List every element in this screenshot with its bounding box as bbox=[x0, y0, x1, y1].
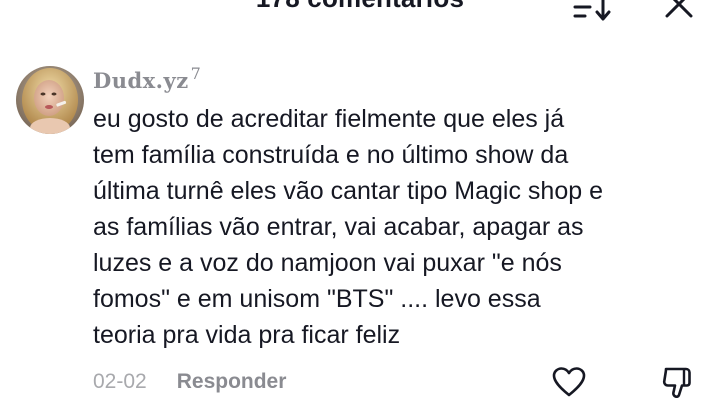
user-avatar[interactable] bbox=[16, 66, 84, 134]
reply-button[interactable]: Responder bbox=[177, 370, 287, 394]
heart-icon[interactable] bbox=[551, 366, 587, 398]
comment-text: eu gosto de acreditar fielmente que eles… bbox=[93, 105, 603, 349]
close-icon[interactable] bbox=[662, 0, 696, 20]
username-badge: 7 bbox=[190, 64, 201, 83]
comments-count-title: 178 comentários bbox=[0, 0, 720, 14]
comment-date: 02-02 bbox=[93, 370, 147, 393]
comments-header: 178 comentários bbox=[0, 0, 720, 22]
comment-username[interactable]: Dudx.yz bbox=[93, 66, 189, 96]
comment-footer: 02-02 Responder bbox=[93, 367, 286, 397]
dislike-icon[interactable] bbox=[660, 364, 696, 400]
avatar-image bbox=[16, 66, 84, 134]
username-row[interactable]: Dudx.yz 7 bbox=[93, 66, 201, 96]
sort-icon[interactable] bbox=[572, 0, 612, 22]
